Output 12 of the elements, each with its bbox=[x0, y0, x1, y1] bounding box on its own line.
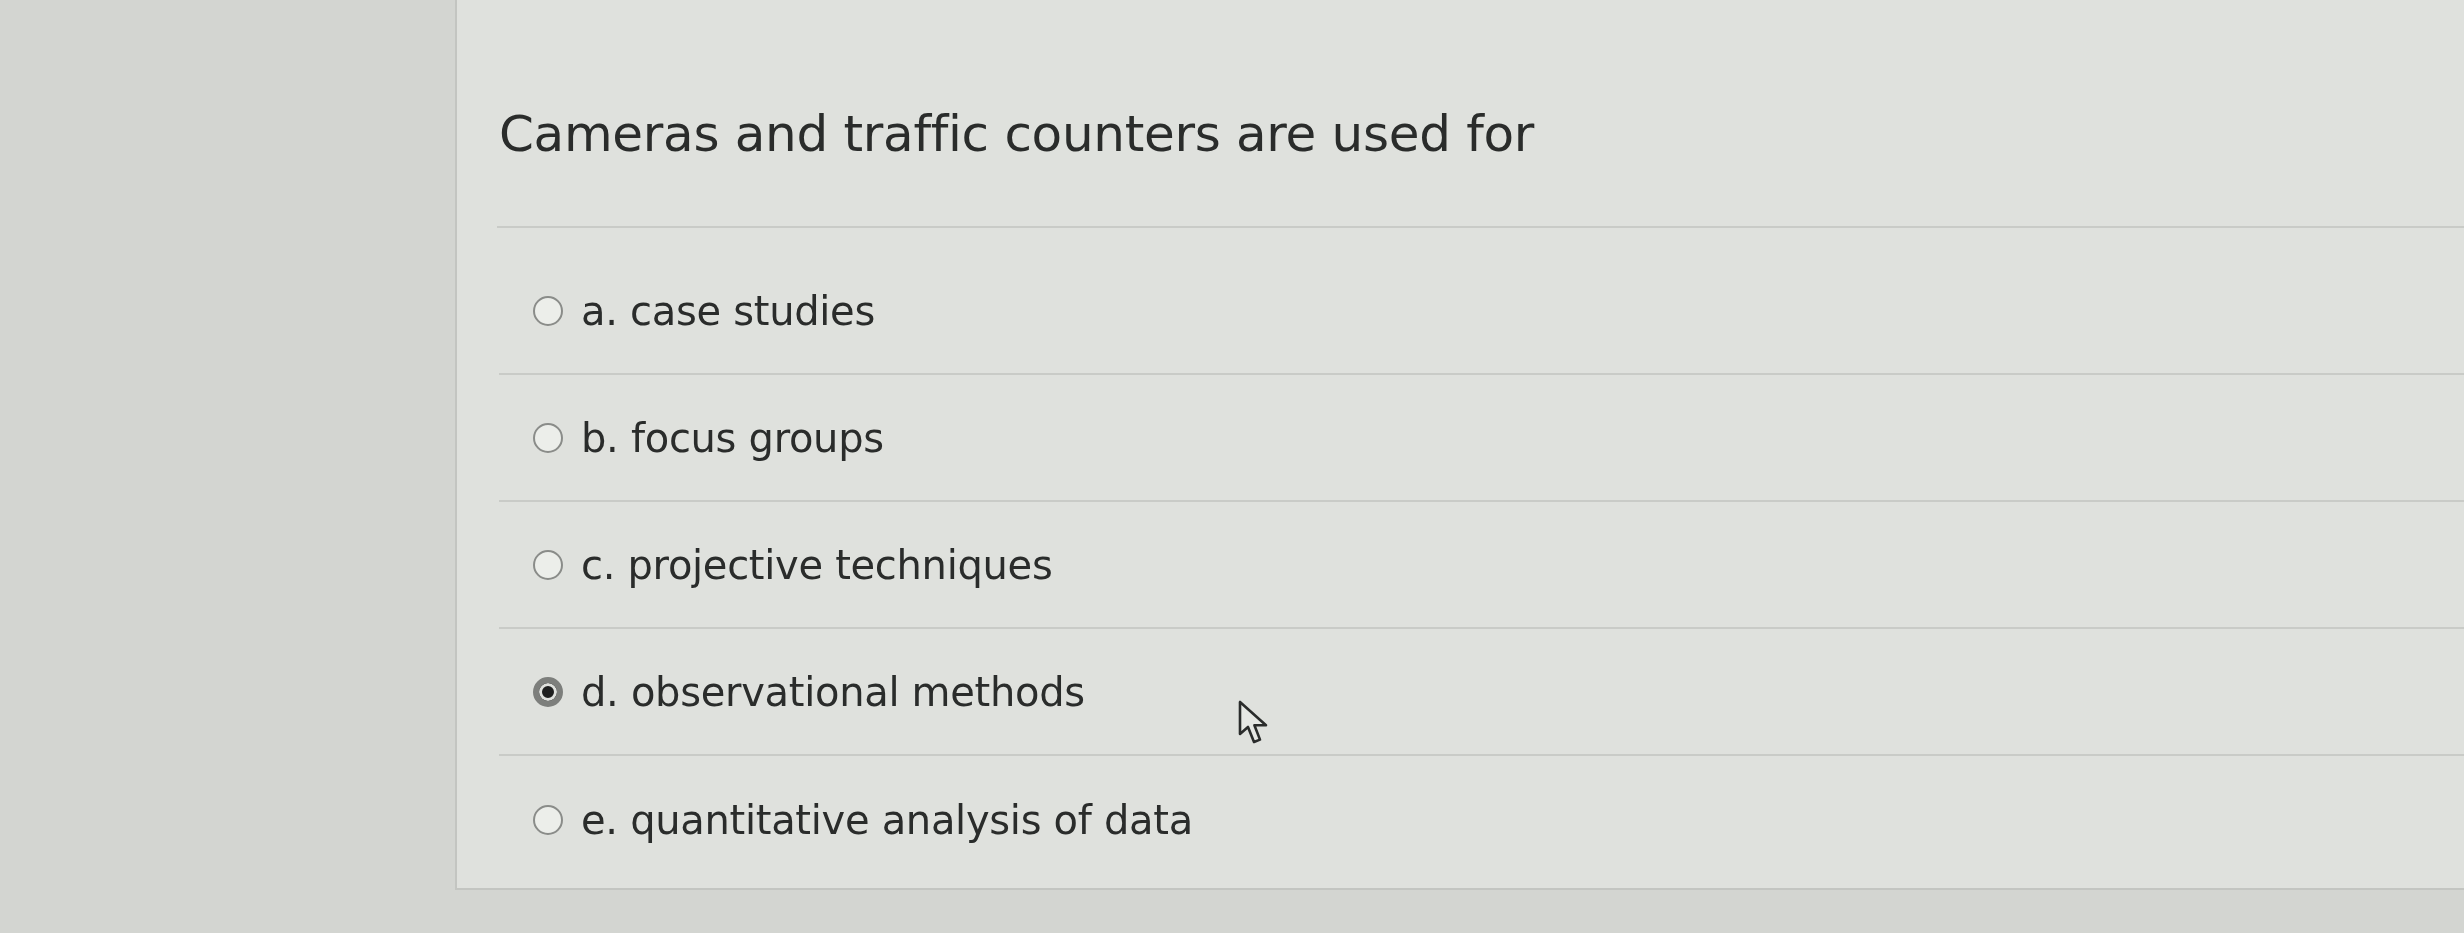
option-label[interactable]: b. focus groups bbox=[581, 413, 884, 462]
mouse-pointer-icon bbox=[1238, 700, 1270, 746]
option-label[interactable]: e. quantitative analysis of data bbox=[581, 795, 1193, 844]
option-label[interactable]: c. projective techniques bbox=[581, 540, 1053, 589]
radio-button[interactable] bbox=[533, 676, 563, 707]
radio-button[interactable] bbox=[533, 549, 563, 580]
radio-button[interactable] bbox=[533, 804, 563, 835]
radio-button[interactable] bbox=[533, 295, 563, 326]
question-text: Cameras and traffic counters are used for bbox=[499, 104, 1535, 164]
radio-button[interactable] bbox=[533, 422, 563, 453]
option-label[interactable]: d. observational methods bbox=[581, 667, 1085, 716]
option-label[interactable]: a. case studies bbox=[581, 286, 875, 335]
